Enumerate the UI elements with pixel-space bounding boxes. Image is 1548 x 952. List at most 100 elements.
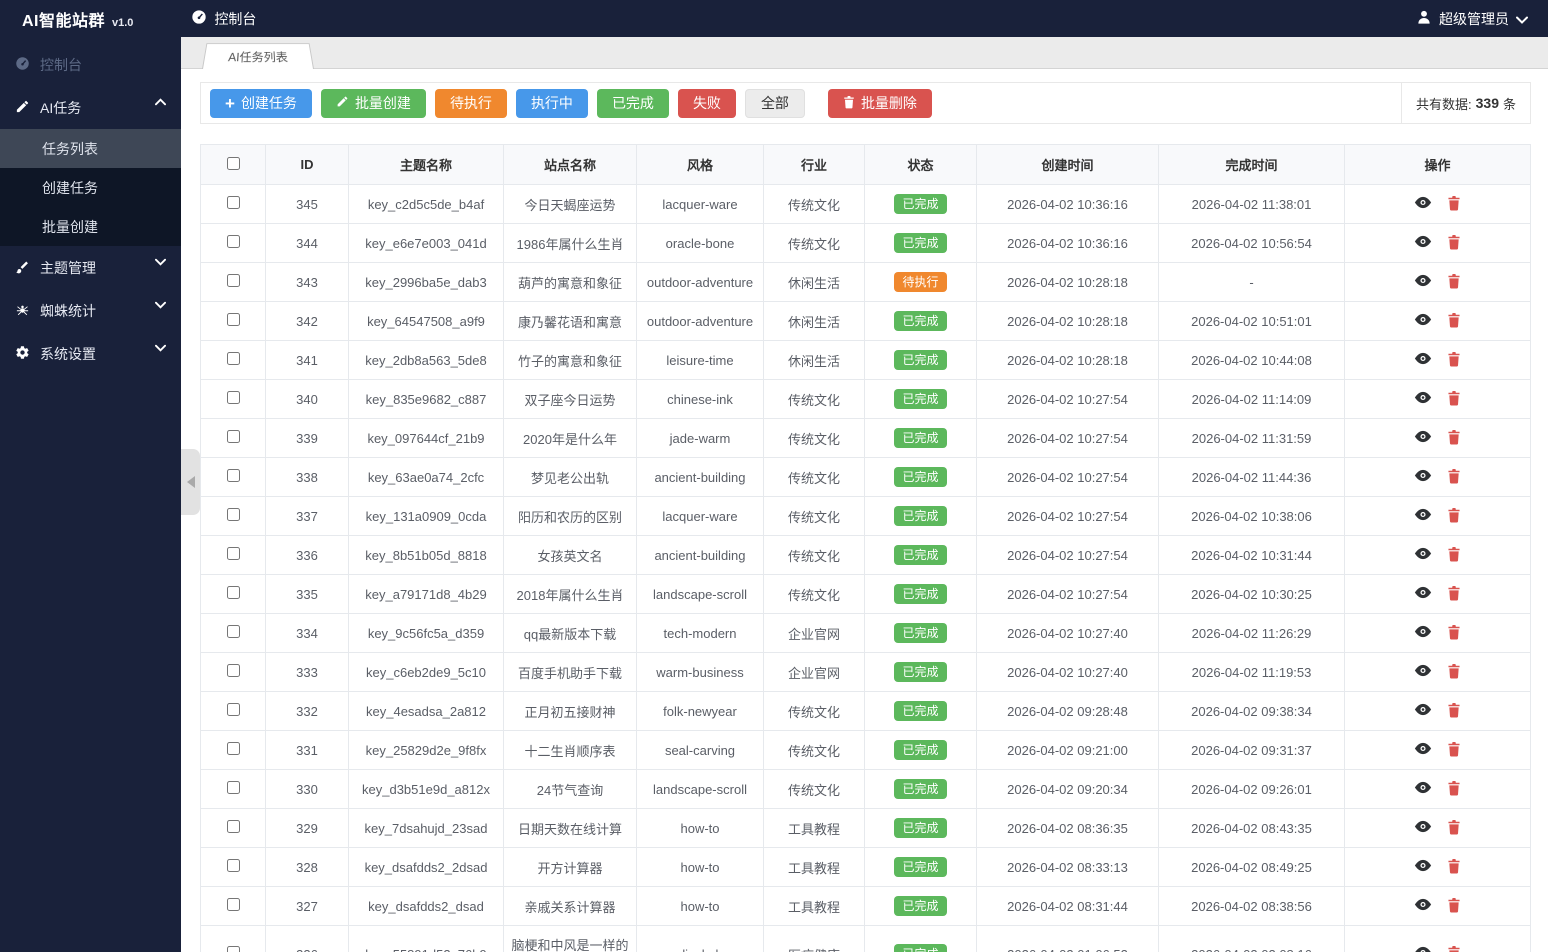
view-button[interactable] xyxy=(1408,663,1438,681)
delete-button[interactable] xyxy=(1441,819,1467,838)
delete-button[interactable] xyxy=(1441,741,1467,760)
view-button[interactable] xyxy=(1408,897,1438,915)
row-checkbox-cell xyxy=(200,574,266,614)
delete-button[interactable] xyxy=(1441,897,1467,916)
filter-all-button[interactable]: 全部 xyxy=(744,88,805,118)
view-button[interactable] xyxy=(1408,858,1438,876)
filter-pending-button[interactable]: 待执行 xyxy=(434,88,507,118)
batch-create-button[interactable]: 批量创建 xyxy=(320,88,426,118)
row-checkbox[interactable] xyxy=(226,547,240,560)
view-button[interactable] xyxy=(1408,585,1438,603)
status-badge: 已完成 xyxy=(894,944,947,952)
cell-style: landscape-scroll xyxy=(636,574,764,614)
row-checkbox[interactable] xyxy=(226,391,240,404)
row-checkbox[interactable] xyxy=(226,625,240,638)
view-button[interactable] xyxy=(1408,780,1438,798)
row-checkbox[interactable] xyxy=(226,820,240,833)
sidebar-item-spider-stats[interactable]: 蜘蛛统计 xyxy=(0,289,181,332)
cell-created-time: 2026-04-02 08:33:13 xyxy=(976,847,1159,887)
delete-button[interactable] xyxy=(1441,351,1467,370)
sidebar-item-system-settings[interactable]: 系统设置 xyxy=(0,332,181,375)
row-checkbox[interactable] xyxy=(226,313,240,326)
delete-button[interactable] xyxy=(1441,429,1467,448)
view-button[interactable] xyxy=(1408,351,1438,369)
view-button[interactable] xyxy=(1408,945,1438,952)
delete-button[interactable] xyxy=(1441,390,1467,409)
view-button[interactable] xyxy=(1408,507,1438,525)
delete-button[interactable] xyxy=(1441,702,1467,721)
row-checkbox[interactable] xyxy=(226,196,240,209)
filter-done-button[interactable]: 已完成 xyxy=(596,88,669,118)
delete-button[interactable] xyxy=(1441,234,1467,253)
row-checkbox[interactable] xyxy=(226,274,240,287)
cell-id: 335 xyxy=(265,574,349,614)
cell-status: 已完成 xyxy=(864,652,977,692)
row-checkbox[interactable] xyxy=(226,235,240,248)
cell-industry: 医疗健康 xyxy=(763,925,865,952)
view-button[interactable] xyxy=(1408,702,1438,720)
row-checkbox[interactable] xyxy=(226,946,240,952)
row-checkbox[interactable] xyxy=(226,781,240,794)
cell-topic-name: key_7dsahujd_23sad xyxy=(348,808,504,848)
row-checkbox[interactable] xyxy=(226,859,240,872)
sidebar-collapse-handle[interactable] xyxy=(181,449,200,515)
sidebar-item-console: 控制台 xyxy=(0,43,181,86)
row-checkbox[interactable] xyxy=(226,703,240,716)
delete-button[interactable] xyxy=(1441,585,1467,604)
delete-button[interactable] xyxy=(1441,273,1467,292)
cell-style: jade-warm xyxy=(636,418,764,458)
eye-icon xyxy=(1414,351,1432,369)
view-button[interactable] xyxy=(1408,741,1438,759)
tab-ai-task-list[interactable]: AI任务列表 xyxy=(202,43,314,69)
view-button[interactable] xyxy=(1408,195,1438,213)
delete-button[interactable] xyxy=(1441,507,1467,526)
cell-finished-time: 2026-04-02 10:56:54 xyxy=(1158,223,1345,263)
row-checkbox-cell xyxy=(200,301,266,341)
user-menu[interactable]: 超级管理员 xyxy=(1416,9,1528,29)
row-checkbox[interactable] xyxy=(226,586,240,599)
cell-topic-name: key_d3b51e9d_a812x xyxy=(348,769,504,809)
sidebar-item-ai-tasks[interactable]: AI任务 xyxy=(0,86,181,129)
sidebar-item-topic-management[interactable]: 主题管理 xyxy=(0,246,181,289)
view-button[interactable] xyxy=(1408,624,1438,642)
view-button[interactable] xyxy=(1408,468,1438,486)
row-checkbox[interactable] xyxy=(226,469,240,482)
view-button[interactable] xyxy=(1408,390,1438,408)
row-checkbox[interactable] xyxy=(226,352,240,365)
table-row: 340 key_835e9682_c887 双子座今日运势 chinese-in… xyxy=(200,379,1531,419)
sidebar-item-task-list[interactable]: 任务列表 xyxy=(0,129,181,168)
view-button[interactable] xyxy=(1408,546,1438,564)
row-checkbox[interactable] xyxy=(226,430,240,443)
delete-button[interactable] xyxy=(1441,945,1467,952)
delete-button[interactable] xyxy=(1441,468,1467,487)
select-all-checkbox[interactable] xyxy=(226,156,240,170)
row-checkbox[interactable] xyxy=(226,742,240,755)
delete-button[interactable] xyxy=(1441,858,1467,877)
view-button[interactable] xyxy=(1408,234,1438,252)
delete-button[interactable] xyxy=(1441,312,1467,331)
batch-delete-button[interactable]: 批量删除 xyxy=(827,88,932,118)
sidebar-item-create-task[interactable]: 创建任务 xyxy=(0,168,181,207)
trash-icon xyxy=(843,95,855,112)
cell-industry: 传统文化 xyxy=(763,496,865,536)
filter-failed-button[interactable]: 失败 xyxy=(677,88,736,118)
cell-status: 已完成 xyxy=(864,457,977,497)
row-checkbox[interactable] xyxy=(226,898,240,911)
navbar-console-link[interactable]: 控制台 xyxy=(191,9,256,29)
sidebar-item-batch-create[interactable]: 批量创建 xyxy=(0,207,181,246)
delete-button[interactable] xyxy=(1441,546,1467,565)
filter-running-button[interactable]: 执行中 xyxy=(515,88,588,118)
delete-button[interactable] xyxy=(1441,780,1467,799)
view-button[interactable] xyxy=(1408,429,1438,447)
delete-button[interactable] xyxy=(1441,624,1467,643)
create-task-button[interactable]: + 创建任务 xyxy=(210,88,312,118)
view-button[interactable] xyxy=(1408,312,1438,330)
cell-actions xyxy=(1344,925,1531,952)
row-checkbox[interactable] xyxy=(226,508,240,521)
cell-topic-name: key_e6e7e003_041d xyxy=(348,223,504,263)
delete-button[interactable] xyxy=(1441,195,1467,214)
delete-button[interactable] xyxy=(1441,663,1467,682)
view-button[interactable] xyxy=(1408,273,1438,291)
view-button[interactable] xyxy=(1408,819,1438,837)
row-checkbox[interactable] xyxy=(226,664,240,677)
